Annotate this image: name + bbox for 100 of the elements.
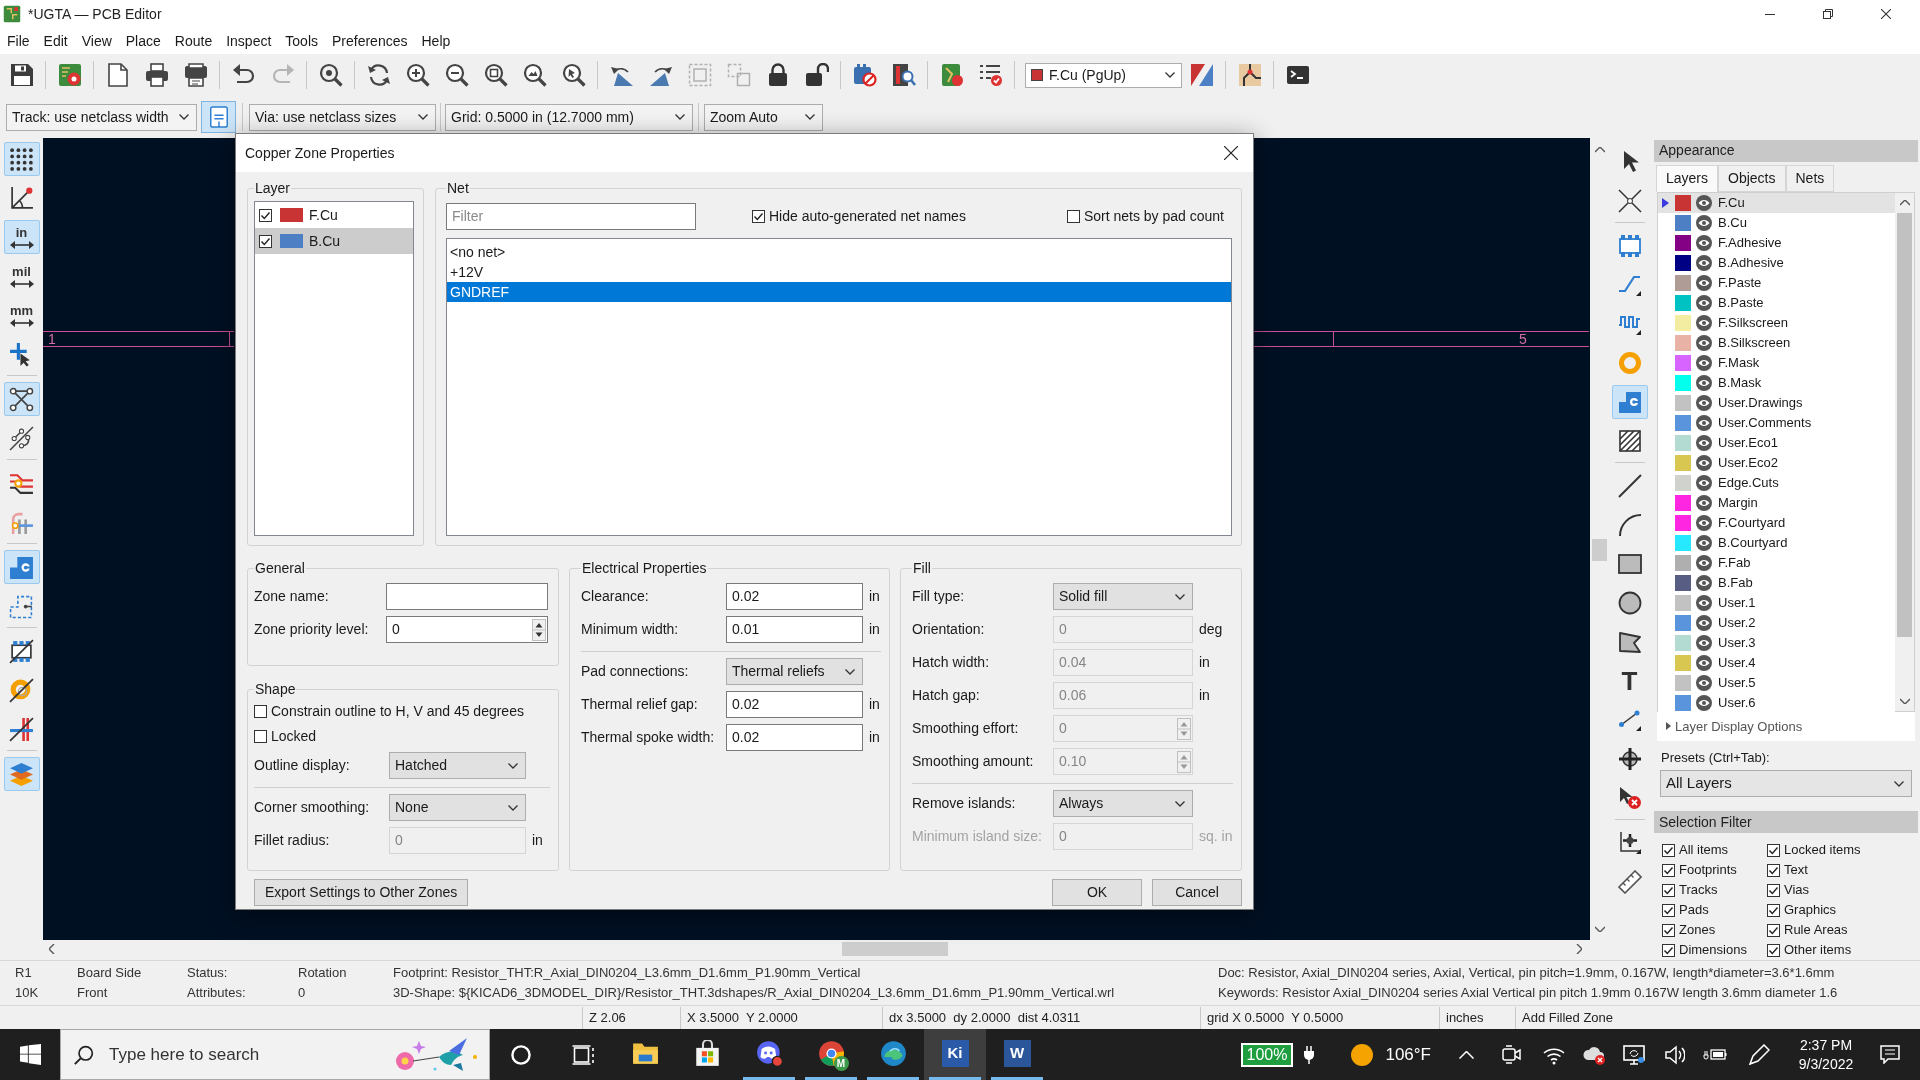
panel-tab[interactable]: Layers — [1656, 164, 1719, 192]
cloud-icon[interactable] — [1583, 1044, 1605, 1065]
circuit-board-icon[interactable] — [939, 63, 964, 87]
dialog-button[interactable]: OK — [1052, 879, 1142, 906]
input-field[interactable]: 0.02 — [726, 583, 863, 610]
checkbox[interactable] — [259, 234, 272, 248]
checkbox[interactable] — [1066, 210, 1080, 223]
layer-row[interactable]: F.Cu — [1658, 192, 1895, 213]
input-field[interactable]: 0.02 — [726, 691, 863, 718]
menu-item[interactable]: View — [74, 30, 119, 52]
eye-icon[interactable] — [1696, 254, 1712, 271]
checkbox[interactable] — [254, 729, 267, 743]
zoom-in-icon[interactable] — [405, 63, 430, 87]
eye-icon[interactable] — [1696, 274, 1712, 291]
taskbar-app-button[interactable]: W — [986, 1029, 1048, 1080]
monitor-icon[interactable] — [1623, 1044, 1645, 1065]
menu-item[interactable]: Place — [118, 30, 168, 52]
input-field[interactable]: 0.02 — [726, 724, 863, 751]
board-gear-icon[interactable] — [57, 63, 82, 87]
eye-icon[interactable] — [1696, 534, 1712, 551]
layer-row[interactable]: B.Cu — [255, 228, 413, 254]
spin-field[interactable]: 0 — [386, 616, 548, 643]
printer-icon[interactable] — [144, 63, 169, 87]
menu-item[interactable]: Edit — [36, 30, 75, 52]
dropdown[interactable]: Hatched — [389, 752, 526, 779]
chevron-up-icon[interactable] — [1459, 1050, 1474, 1059]
clock-date[interactable]: 9/3/2022 — [1798, 1054, 1854, 1074]
clock-time[interactable]: 2:37 PM — [1799, 1035, 1853, 1055]
notification-icon[interactable] — [1880, 1045, 1900, 1064]
tool-button[interactable] — [3, 142, 40, 176]
spin-arrows-icon[interactable] — [532, 618, 546, 641]
unlock-icon[interactable] — [804, 63, 829, 87]
eye-icon[interactable] — [1696, 354, 1712, 371]
eye-icon[interactable] — [1696, 654, 1712, 671]
checklist-icon[interactable] — [978, 63, 1003, 87]
checkbox[interactable] — [752, 210, 765, 223]
scrollbar-thumb[interactable] — [1592, 539, 1607, 561]
zoom-fit-icon[interactable] — [483, 63, 508, 87]
checkbox[interactable] — [1767, 923, 1780, 937]
speaker-icon[interactable] — [1665, 1044, 1685, 1065]
sun-icon[interactable] — [1351, 1043, 1374, 1066]
scroll-down-icon[interactable] — [1899, 697, 1910, 704]
checkbox[interactable] — [1662, 903, 1675, 917]
book-magnifier-icon[interactable] — [891, 63, 916, 87]
checkbox[interactable] — [1767, 843, 1780, 857]
presets-dropdown[interactable]: All Layers — [1660, 770, 1912, 798]
eye-icon[interactable] — [1696, 494, 1712, 511]
tool-button[interactable] — [3, 382, 40, 416]
eye-icon[interactable] — [1696, 574, 1712, 591]
filter-field[interactable]: Filter — [446, 203, 696, 230]
input-field[interactable]: 0.01 — [726, 616, 863, 643]
checkbox[interactable] — [1662, 883, 1675, 897]
dropdown[interactable]: Thermal reliefs — [726, 658, 863, 685]
layer-pair-icon[interactable] — [1189, 63, 1214, 87]
menu-item[interactable]: Inspect — [219, 30, 279, 52]
layer-row[interactable]: User.6 — [1658, 692, 1895, 713]
refresh-icon[interactable] — [366, 63, 391, 87]
plotter-icon[interactable] — [183, 63, 208, 87]
scroll-down-icon[interactable] — [1594, 926, 1605, 932]
eye-icon[interactable] — [1696, 314, 1712, 331]
dialog-button[interactable]: Export Settings to Other Zones — [254, 879, 469, 906]
checkbox[interactable] — [1662, 843, 1675, 857]
checkbox[interactable] — [254, 704, 267, 718]
dropdown[interactable]: None — [389, 794, 526, 821]
minimize-icon[interactable] — [1765, 13, 1775, 15]
checkbox[interactable] — [1662, 943, 1675, 957]
dropdown[interactable]: Always — [1053, 790, 1193, 817]
pen-icon[interactable] — [1748, 1044, 1770, 1065]
checkbox[interactable] — [1767, 943, 1780, 957]
eye-icon[interactable] — [1696, 614, 1712, 631]
disclosure-button[interactable]: Layer Display Options — [1657, 711, 1915, 741]
list-scrollbar[interactable] — [1895, 192, 1914, 711]
eye-icon[interactable] — [1696, 334, 1712, 351]
eye-icon[interactable] — [1696, 394, 1712, 411]
board-route-icon[interactable] — [1237, 63, 1262, 87]
scroll-up-icon[interactable] — [1899, 199, 1910, 206]
scroll-up-icon[interactable] — [1594, 147, 1605, 153]
eye-icon[interactable] — [1696, 694, 1712, 711]
scroll-left-icon[interactable] — [49, 944, 55, 954]
search-icon[interactable] — [318, 63, 343, 87]
text-tool-button[interactable]: T — [1611, 664, 1648, 698]
menu-item[interactable]: File — [0, 30, 37, 52]
terminal-icon[interactable] — [1285, 63, 1310, 87]
eye-icon[interactable] — [1696, 214, 1712, 231]
menu-item[interactable]: Preferences — [325, 30, 415, 52]
taskbar-app-button[interactable]: M — [800, 1029, 862, 1080]
eye-icon[interactable] — [1696, 674, 1712, 691]
zoom-dropdown[interactable]: Zoom Auto — [704, 103, 823, 131]
dialog-button[interactable]: Cancel — [1152, 879, 1242, 906]
checkbox[interactable] — [1767, 883, 1780, 897]
search-field[interactable]: Type here to search — [60, 1029, 490, 1080]
eye-icon[interactable] — [1696, 414, 1712, 431]
checkbox[interactable] — [259, 208, 272, 222]
close-icon[interactable] — [1881, 9, 1891, 19]
unit-button[interactable]: mm — [3, 298, 40, 332]
close-icon[interactable] — [1224, 146, 1238, 160]
restore-icon[interactable] — [1823, 9, 1833, 19]
panel-tab[interactable]: Objects — [1718, 164, 1786, 192]
checkbox[interactable] — [1767, 903, 1780, 917]
battery-icon[interactable] — [1703, 1048, 1727, 1061]
